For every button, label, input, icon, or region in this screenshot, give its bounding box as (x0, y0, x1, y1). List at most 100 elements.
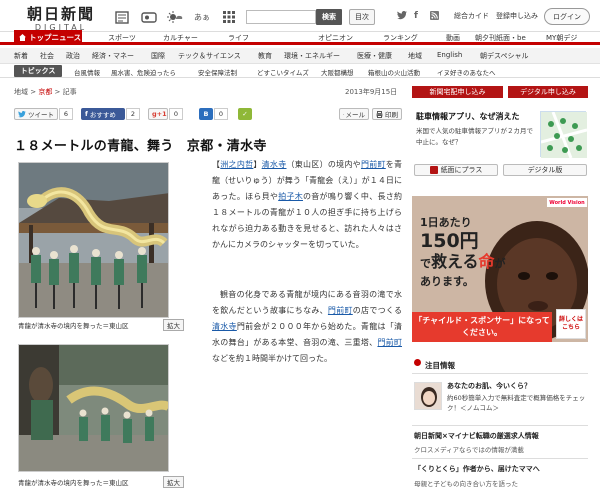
photo-caption-2: 青龍が清水寺の境内を舞った＝東山区 拡大 (18, 476, 184, 488)
login-button[interactable]: ログイン (544, 8, 590, 25)
keyword-link-kiyomizu[interactable]: 清水寺 (262, 160, 287, 169)
topics-label: トピックス (14, 65, 62, 77)
paper-subscribe-button[interactable]: 新聞宅配申し込み (412, 86, 503, 98)
nav-paper[interactable]: 朝夕刊紙面・be (475, 33, 526, 43)
sidebar-link-1[interactable]: 朝日新聞×マイナビ転職の厳選求人情報 (414, 431, 539, 441)
home-icon (19, 34, 26, 41)
print-button[interactable]: 印刷 (372, 108, 402, 120)
bookmark-icon[interactable]: B (199, 108, 213, 120)
ad-detail-button[interactable]: 詳しくはこちら (556, 309, 586, 339)
author-link[interactable]: 洲之内哲 (220, 160, 253, 169)
digital-subscribe-button[interactable]: デジタル申し込み (508, 86, 588, 98)
search-input[interactable] (246, 10, 316, 24)
nav-sports[interactable]: スポーツ (108, 33, 136, 43)
subnav-society[interactable]: 社会 (40, 51, 54, 61)
ad-amount: 150円 (420, 230, 479, 252)
sidebar-link-2[interactable]: 「くりとくら」作者から、届けたママへ (414, 464, 540, 474)
subnav-english[interactable]: English (437, 51, 462, 59)
nav-video[interactable]: 動画 (446, 33, 460, 43)
logo-text: 朝日新聞 (26, 5, 95, 23)
dragon-procession-photo (19, 345, 168, 471)
breadcrumb-region[interactable]: 地域 (14, 88, 28, 96)
print-icon (376, 110, 383, 118)
topic-security[interactable]: 安全保障法制 (198, 67, 237, 77)
caption-text-1: 青龍が清水寺の境内を舞った＝東山区 (18, 322, 129, 330)
mail-button[interactable]: メール (339, 108, 369, 120)
topic-hakone[interactable]: 箱根山の火山活動 (368, 67, 420, 77)
app-ad-title[interactable]: 駐車情報アプリ、なぜ消えた (416, 111, 520, 122)
photo-caption-1: 青龍が清水寺の境内を舞った＝東山区 拡大 (18, 319, 184, 331)
gplus-count: 0 (169, 108, 183, 120)
topic-flood[interactable]: 風水害、危険迫ったら (111, 67, 176, 77)
facebook-icon[interactable]: f (414, 11, 418, 21)
weather-icon[interactable] (140, 8, 158, 26)
topics-bar: 台風情報 風水害、危険迫ったら 安全保障法制 どすこいタイムズ 大阪都構想 箱根… (0, 64, 600, 78)
nav-life[interactable]: ライフ (228, 33, 249, 43)
text-segment: 門前会が２０００年から始めた。青龍は「清水の舞台」がある本堂、音羽の滝、三重塔、 (212, 322, 403, 348)
twitter-icon[interactable] (397, 11, 407, 23)
rss-icon[interactable] (430, 11, 439, 23)
notice-title[interactable]: あなたのお肌、今いくら？ (447, 381, 531, 391)
subnav-medical[interactable]: 医療・健康 (357, 51, 392, 61)
ad-cta-banner[interactable]: 「チャイルド・スポンサー」になってください。 (412, 312, 552, 342)
keyword-link-monzenmachi[interactable]: 門前町 (377, 338, 402, 347)
recommend-button[interactable]: f おすすめ (81, 108, 125, 120)
newspaper-icon[interactable] (113, 8, 131, 26)
article-photo-2[interactable] (18, 344, 169, 472)
keyword-link-monzenmachi[interactable]: 門前町 (361, 160, 386, 169)
sidebar-link-1-sub: クロスメディアならではの情報が満載 (414, 446, 524, 454)
keyword-link-hyoshigi[interactable]: 拍子木 (278, 192, 303, 201)
caption-text-2: 青龍が清水寺の境内を舞った＝東山区 (18, 479, 129, 487)
sun-icon[interactable] (166, 8, 184, 26)
world-vision-logo: World Vision (547, 198, 587, 207)
digital-print-button[interactable]: デジタル版 (503, 164, 587, 176)
subnav-politics[interactable]: 政治 (66, 51, 80, 61)
app-ad-thumbnail[interactable] (540, 111, 588, 159)
subnav-tech[interactable]: テック＆サイエンス (178, 51, 241, 61)
topic-dog[interactable]: イヌ好きのあなたへ (437, 67, 496, 77)
pocket-icon[interactable]: ✓ (238, 108, 252, 120)
nav-top-news[interactable]: トップニュース (14, 30, 82, 45)
subnav-education[interactable]: 教育 (258, 51, 272, 61)
search-button[interactable]: 検索 (316, 9, 342, 25)
tweet-label: ツイート (28, 111, 54, 119)
subnav-new[interactable]: 新着 (14, 51, 28, 61)
zoom-button-2[interactable]: 拡大 (163, 476, 184, 488)
paper-plus-button[interactable]: 紙面にプラス (414, 164, 498, 176)
nav-ranking[interactable]: ランキング (383, 33, 418, 43)
paper-plus-label: 紙面にプラス (440, 166, 483, 174)
topic-sumo[interactable]: どすこいタイムズ (257, 67, 309, 77)
topic-typhoon[interactable]: 台風情報 (74, 67, 100, 77)
tweet-button[interactable]: ツイート (14, 108, 58, 120)
grid-icon[interactable] (220, 8, 238, 26)
subnav-environment[interactable]: 環境・エネルギー (284, 51, 340, 61)
nav-culture[interactable]: カルチャー (163, 33, 198, 43)
twitter-icon (18, 110, 26, 117)
nav-my[interactable]: MY朝デジ (546, 33, 577, 43)
signup-link[interactable]: 登録申し込み (496, 11, 538, 21)
ad-headline: 1日あたり 150円 で救える命が あります。 (420, 214, 506, 291)
breadcrumb-kyoto[interactable]: 京都 (38, 88, 52, 96)
article-paragraph-1: 【洲之内哲】清水寺（東山区）の境内や門前町を青龍（せいりゅう）が舞う「青龍会（え… (212, 157, 402, 254)
subnav-economy[interactable]: 経済・マネー (92, 51, 134, 61)
notice-thumbnail[interactable] (414, 382, 442, 410)
keyword-link-monzenmachi[interactable]: 門前町 (328, 306, 353, 315)
subnav-international[interactable]: 国際 (151, 51, 165, 61)
article-photo-1[interactable] (18, 162, 169, 318)
article-headline: １８メートルの青龍、舞う 京都・清水寺 (14, 139, 267, 154)
guide-link[interactable]: 総合カイド (454, 11, 489, 21)
keyword-link-kiyomizu[interactable]: 清水寺 (212, 322, 237, 331)
subnav-region[interactable]: 地域 (408, 51, 422, 61)
app-ad-text: 米国で人気の駐車情報アプリが２カ月で中止に。なぜ？ (416, 127, 533, 146)
index-button[interactable]: 目次 (349, 9, 375, 25)
subnav-special[interactable]: 朝デスペシャル (480, 51, 529, 61)
zoom-button-1[interactable]: 拡大 (163, 319, 184, 331)
text-segment: などを約１時間半かけて回った。 (212, 354, 332, 364)
font-size-icon[interactable]: あぁ (193, 8, 211, 26)
gplus-button[interactable]: g+1 (148, 108, 168, 120)
ad-life-mark: 命 (478, 252, 495, 271)
ad-line-2c: が (494, 257, 506, 270)
main-nav: スポーツ カルチャー ライフ オピニオン ランキング 動画 朝夕刊紙面・be M… (0, 31, 600, 45)
nav-opinion[interactable]: オピニオン (318, 33, 353, 43)
topic-osaka[interactable]: 大阪都構想 (321, 67, 354, 77)
